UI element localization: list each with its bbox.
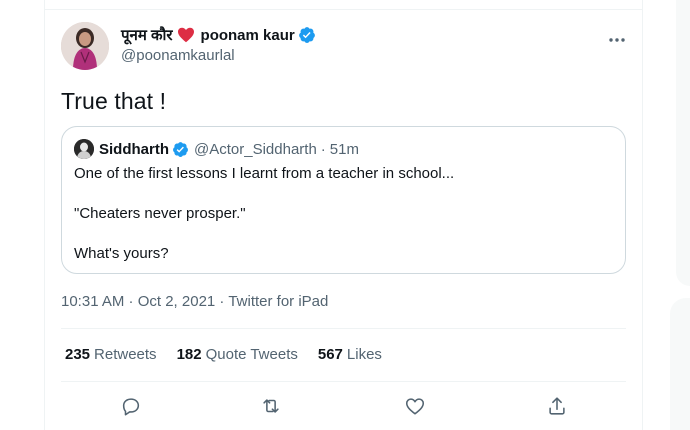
quoted-text-line: "Cheaters never prosper." (74, 205, 246, 222)
tweet-actions (61, 390, 626, 420)
retweets-stat[interactable]: 235 Retweets (65, 346, 157, 363)
likes-stat[interactable]: 567 Likes (318, 346, 382, 363)
retweet-icon[interactable] (259, 394, 283, 418)
share-icon[interactable] (545, 394, 569, 418)
quoted-author-handle: @Actor_Siddharth (194, 140, 317, 158)
likes-label: Likes (346, 346, 382, 363)
author-handle[interactable]: @poonamkaurlal (121, 46, 316, 66)
retweets-count: 235 (65, 346, 91, 363)
avatar[interactable] (61, 22, 109, 70)
tweet-timestamp[interactable]: 10:31 AM · Oct 2, 2021 · Twitter for iPa… (61, 293, 328, 310)
divider (61, 381, 626, 382)
heart-emoji-icon (177, 27, 195, 43)
verified-badge-icon (298, 26, 316, 44)
verified-badge-icon (172, 141, 189, 158)
quote-tweets-stat[interactable]: 182 Quote Tweets (177, 346, 298, 363)
author-name-hindi[interactable]: पूनम कौर (121, 25, 173, 45)
reply-icon[interactable] (119, 394, 143, 418)
tweet-text: True that ! (61, 88, 167, 114)
left-gutter (0, 0, 44, 430)
quoted-tweet[interactable]: Siddharth @Actor_Siddharth · 51m One of … (61, 126, 626, 274)
quoted-tweet-header: Siddharth @Actor_Siddharth · 51m (74, 139, 359, 159)
quote-tweets-count: 182 (176, 346, 202, 363)
more-icon[interactable] (607, 30, 627, 50)
author-name[interactable]: poonam kaur (201, 27, 295, 44)
quoted-timestamp: 51m (329, 140, 359, 158)
quoted-avatar (74, 139, 94, 159)
retweets-label: Retweets (94, 346, 157, 363)
quoted-text-line: What's yours? (74, 245, 169, 262)
tweet-author-header: पूनम कौर poonam kaur @poonamkaurlal (121, 24, 316, 66)
tweet-stats: 235 Retweets 182 Quote Tweets 567 Likes (65, 346, 402, 363)
like-icon[interactable] (403, 394, 427, 418)
separator-dot: · (320, 140, 326, 158)
divider (61, 328, 626, 329)
sidebar-card (676, 0, 690, 286)
likes-count: 567 (317, 346, 343, 363)
quote-tweets-label: Quote Tweets (205, 346, 298, 363)
tweet-detail: पूनम कौर poonam kaur @poonamkaurlal True… (45, 10, 642, 430)
quoted-text-line: One of the first lessons I learnt from a… (74, 165, 455, 182)
quoted-author-name: Siddharth (99, 140, 169, 158)
sidebar-card (670, 298, 690, 430)
